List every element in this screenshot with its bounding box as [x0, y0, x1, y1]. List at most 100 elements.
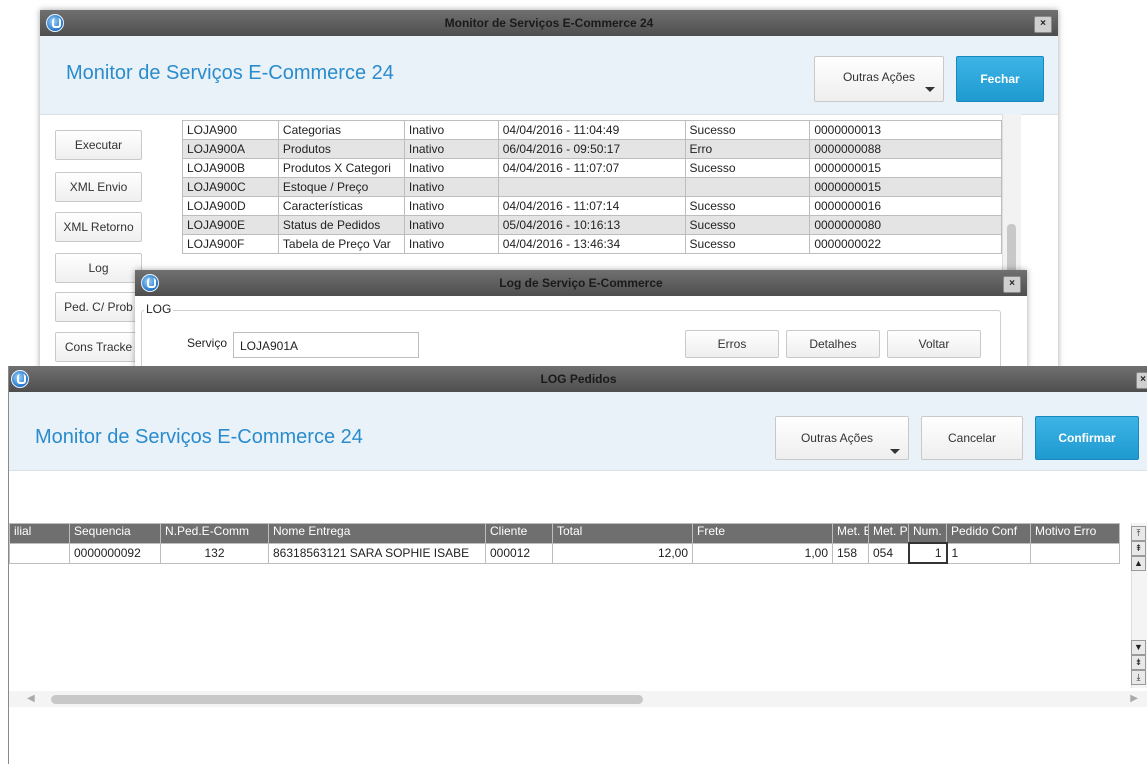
pedidos-grid: ilial Sequencia N.Ped.E-Comm Nome Entreg… — [9, 523, 1131, 688]
table-cell: Tabela de Preço Var — [277, 234, 405, 254]
table-row[interactable]: LOJA900F Tabela de Preço Var Inativo 04/04/… — [182, 234, 1002, 254]
pedidos-vscrollbar[interactable]: ⤒ ⇞ ▲ ▼ ⇟ ⤓ — [1131, 523, 1147, 688]
table-cell: Inativo — [403, 234, 499, 254]
table-cell: Estoque / Preço — [277, 177, 405, 197]
ped-c-prob-button[interactable]: Ped. C/ Prob — [55, 292, 142, 322]
log-pedidos-page-title: Monitor de Serviços E-Commerce 24 — [35, 426, 363, 448]
table-cell: Inativo — [403, 158, 499, 178]
table-cell: 04/04/2016 - 11:04:49 — [497, 120, 686, 140]
cancelar-button[interactable]: Cancelar — [921, 416, 1023, 460]
col-header[interactable]: Met. P — [868, 523, 909, 544]
table-cell: Inativo — [403, 177, 499, 197]
detalhes-button[interactable]: Detalhes — [786, 330, 880, 358]
table-cell: 05/04/2016 - 10:16:13 — [497, 215, 686, 235]
table-row[interactable]: LOJA900A Produtos Inativo 06/04/2016 - 09:5… — [182, 139, 1002, 159]
log-pedidos-header: Monitor de Serviços E-Commerce 24 Outras… — [9, 392, 1147, 471]
servico-label: Serviço — [187, 336, 228, 350]
log-servico-window: Log de Serviço E-Commerce × LOG Serviço … — [135, 270, 1027, 380]
outras-acoes-label: Outras Ações — [842, 70, 916, 84]
cons-tracker-button[interactable]: Cons Tracke — [55, 332, 142, 362]
confirmar-button[interactable]: Confirmar — [1035, 416, 1139, 460]
log-pedidos-window: LOG Pedidos × Monitor de Serviços E-Comm… — [8, 366, 1147, 764]
table-cell: Inativo — [403, 196, 499, 216]
log-button[interactable]: Log — [55, 253, 142, 283]
voltar-button[interactable]: Voltar — [887, 330, 981, 358]
col-header[interactable]: Num. P — [908, 523, 947, 544]
table-cell: Inativo — [403, 120, 499, 140]
col-header[interactable]: Sequencia — [69, 523, 161, 544]
table-cell: LOJA900D — [182, 196, 279, 216]
table-cell: Inativo — [403, 215, 499, 235]
log-servico-title: Log de Serviço E-Commerce — [499, 276, 663, 290]
table-row[interactable]: LOJA900C Estoque / Preço Inativo 0000000015 — [182, 177, 1002, 197]
scroll-bottom-icon[interactable]: ⤓ — [1131, 670, 1146, 685]
table-row[interactable]: 0000000092 132 86318563121 SARA SOPHIE I… — [9, 542, 1120, 564]
outras-acoes-button[interactable]: Outras Ações — [814, 56, 944, 102]
table-cell: LOJA900B — [182, 158, 279, 178]
erros-button[interactable]: Erros — [685, 330, 779, 358]
table-row[interactable]: LOJA900B Produtos X Categori Inativo 04/04/… — [182, 158, 1002, 178]
table-cell: 86318563121 SARA SOPHIE ISABE — [268, 542, 486, 564]
xml-envio-button[interactable]: XML Envio — [55, 172, 142, 202]
table-row[interactable]: LOJA900 Categorias Inativo 04/04/2016 - 11:… — [182, 120, 1002, 140]
table-cell: 04/04/2016 - 11:07:14 — [497, 196, 686, 216]
table-cell — [497, 177, 686, 197]
outras-acoes-button[interactable]: Outras Ações — [775, 416, 909, 460]
close-icon[interactable]: × — [1034, 16, 1052, 33]
table-cell — [1030, 542, 1120, 564]
scroll-down-icon[interactable]: ▼ — [1131, 640, 1146, 655]
services-table-body: LOJA900 Categorias Inativo 04/04/2016 - 11:… — [182, 120, 1002, 254]
table-cell: 0000000092 — [69, 542, 161, 564]
table-cell[interactable]: 1 — [907, 542, 948, 564]
monitor-window-titlebar[interactable]: Monitor de Serviços E-Commerce 24 × — [40, 10, 1058, 36]
table-cell: 0000000015 — [809, 177, 1002, 197]
col-header[interactable]: Cliente — [485, 523, 553, 544]
scroll-page-up-icon[interactable]: ⇞ — [1131, 541, 1146, 556]
app-logo-icon — [141, 274, 159, 292]
monitor-window-title: Monitor de Serviços E-Commerce 24 — [444, 16, 654, 30]
scroll-up-icon[interactable]: ▲ — [1131, 556, 1146, 571]
table-cell: 1 — [946, 542, 1031, 564]
table-cell: 0000000080 — [809, 215, 1002, 235]
log-pedidos-titlebar[interactable]: LOG Pedidos × — [9, 366, 1147, 392]
table-cell: Sucesso — [684, 120, 811, 140]
table-cell: 1,00 — [692, 542, 833, 564]
col-header[interactable]: Pedido Conf — [946, 523, 1031, 544]
app-logo-icon — [11, 370, 29, 388]
scroll-right-icon[interactable]: ▶ — [1130, 693, 1138, 704]
servico-value: LOJA901A — [240, 339, 299, 353]
close-icon[interactable]: × — [1003, 276, 1021, 293]
col-header[interactable]: Nome Entrega — [268, 523, 486, 544]
table-cell: Inativo — [403, 139, 499, 159]
table-cell: 0000000088 — [809, 139, 1002, 159]
pedidos-header-row: ilial Sequencia N.Ped.E-Comm Nome Entreg… — [9, 523, 1120, 544]
fechar-button[interactable]: Fechar — [956, 56, 1044, 102]
scrollbar-thumb[interactable] — [1007, 224, 1016, 274]
xml-retorno-button[interactable]: XML Retorno — [55, 212, 142, 242]
col-header[interactable]: N.Ped.E-Comm — [160, 523, 269, 544]
scroll-page-down-icon[interactable]: ⇟ — [1131, 655, 1146, 670]
col-header[interactable]: Total — [552, 523, 693, 544]
scroll-left-icon[interactable]: ◀ — [27, 693, 35, 704]
close-icon[interactable]: × — [1136, 372, 1147, 389]
servico-input[interactable]: LOJA901A — [233, 332, 419, 358]
table-row[interactable]: LOJA900E Status de Pedidos Inativo 05/04/20… — [182, 215, 1002, 235]
table-cell: Sucesso — [684, 234, 811, 254]
pedidos-hscrollbar[interactable]: ◀ ▶ — [9, 691, 1147, 707]
col-header[interactable]: ilial — [9, 523, 70, 544]
table-row[interactable]: LOJA900D Características Inativo 04/04/2016… — [182, 196, 1002, 216]
col-header[interactable]: Frete — [692, 523, 833, 544]
executar-button[interactable]: Executar — [55, 130, 142, 160]
col-header[interactable]: Met. E — [832, 523, 869, 544]
outras-acoes-label: Outras Ações — [800, 431, 874, 445]
table-cell: Categorias — [277, 120, 405, 140]
table-cell: LOJA900 — [182, 120, 279, 140]
scroll-top-icon[interactable]: ⤒ — [1131, 526, 1146, 541]
col-header[interactable]: Motivo Erro — [1030, 523, 1120, 544]
table-cell — [684, 177, 811, 197]
table-cell: 158 — [832, 542, 869, 564]
table-cell: 0000000016 — [809, 196, 1002, 216]
log-servico-titlebar[interactable]: Log de Serviço E-Commerce × — [135, 270, 1027, 296]
hscroll-thumb[interactable] — [51, 695, 643, 704]
table-cell: Sucesso — [684, 158, 811, 178]
